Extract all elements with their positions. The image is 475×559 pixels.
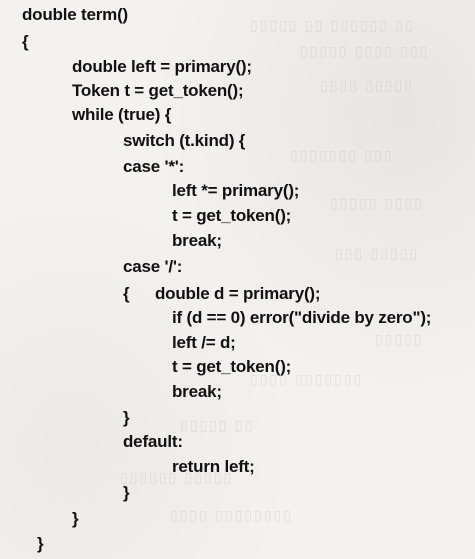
code-line: switch (t.kind) { xyxy=(123,131,246,150)
code-line: } xyxy=(37,534,44,553)
code-listing: double term() { double left = primary();… xyxy=(0,0,475,559)
code-line: break; xyxy=(172,382,222,401)
code-line: double d = primary(); xyxy=(155,284,321,303)
code-line: left /= d; xyxy=(172,333,236,352)
code-line: t = get_token(); xyxy=(172,206,292,225)
code-line: while (true) { xyxy=(72,105,172,124)
code-line: } xyxy=(72,509,79,528)
code-line: { xyxy=(123,284,130,303)
code-line: } xyxy=(123,483,130,502)
code-line: left *= primary(); xyxy=(172,181,300,200)
code-line: } xyxy=(123,408,130,427)
code-line: { xyxy=(22,32,29,51)
code-line: default: xyxy=(123,432,183,451)
code-line: break; xyxy=(172,231,222,250)
code-line: case '/': xyxy=(123,257,183,276)
code-line: t = get_token(); xyxy=(172,357,292,376)
code-line: double term() xyxy=(22,5,129,24)
code-line: double left = primary(); xyxy=(72,57,252,76)
code-line: case '*': xyxy=(123,157,185,176)
code-line: Token t = get_token(); xyxy=(72,81,244,100)
code-line: return left; xyxy=(172,457,255,476)
book-page: ▯▯▯▯▯ ▯▯ ▯▯▯▯▯▯ ▯▯ ▯▯▯▯▯ ▯▯▯▯ ▯▯▯ ▯▯▯▯ ▯… xyxy=(0,0,475,559)
code-line: if (d == 0) error("divide by zero"); xyxy=(172,308,432,327)
